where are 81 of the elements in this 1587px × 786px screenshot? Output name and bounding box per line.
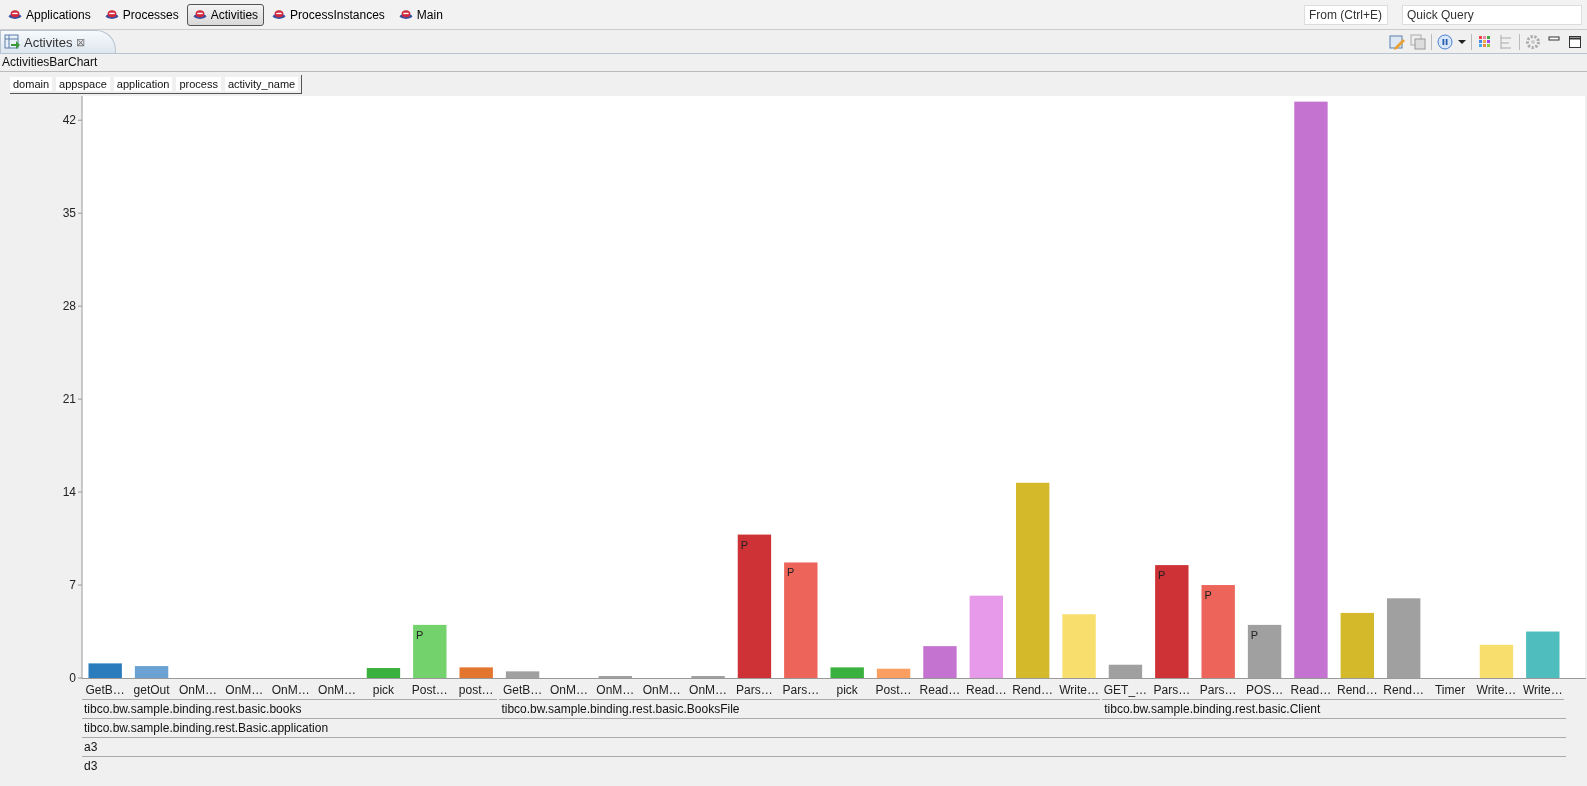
y-tick-label: 42	[62, 113, 76, 128]
quick-query-field[interactable]: Quick Query	[1402, 4, 1582, 25]
x-tick-label: GetB…	[85, 683, 125, 697]
maximize-icon[interactable]	[1567, 34, 1583, 50]
x-tick-label: Write…	[1522, 683, 1563, 697]
x-tick-label: OnM…	[642, 683, 681, 697]
view-tab[interactable]: Activites ⊠	[0, 30, 117, 53]
bar-annotation: P	[740, 538, 749, 551]
y-tick-label: 0	[69, 671, 76, 685]
x-tick-label: Read…	[1290, 683, 1332, 697]
x-tick-label: Read…	[919, 683, 961, 697]
x-tick-label: OnM…	[178, 683, 217, 697]
y-tick-label: 7	[69, 578, 76, 593]
x-tick-label: Rend…	[1336, 683, 1378, 697]
perspective-icon	[398, 9, 413, 20]
bar-annotation: P	[1158, 569, 1166, 582]
field-chip[interactable]: application	[113, 76, 173, 91]
x-tick-label: OnM…	[318, 683, 357, 697]
bar-annotation: P	[787, 566, 795, 579]
x-tick-label: OnM…	[271, 683, 310, 697]
group-label: tibco.bw.sample.binding.rest.basic.Client	[1102, 699, 1564, 718]
x-tick-label: Pars…	[782, 683, 820, 697]
perspective-icon	[272, 9, 287, 20]
perspective-button[interactable]: ProcessInstances	[266, 3, 391, 26]
x-tick-label: Read…	[965, 683, 1007, 697]
x-tick-label: Post…	[875, 683, 912, 697]
group-label: d3	[82, 756, 1566, 775]
dropdown-caret-icon[interactable]	[1458, 38, 1466, 46]
x-tick-label: Rend…	[1383, 683, 1425, 697]
perspective-icon	[8, 9, 22, 20]
chart-title: ActivitiesBarChart	[0, 54, 1587, 72]
x-tick-label: OnM…	[596, 683, 635, 697]
save-icon[interactable]	[1410, 34, 1426, 50]
group-label: tibco.bw.sample.binding.rest.basic.BooksFile	[499, 699, 1101, 718]
bar-annotation: P	[416, 628, 424, 641]
x-tick-label: POS…	[1245, 683, 1284, 697]
table-icon	[4, 34, 20, 50]
pause-icon[interactable]	[1437, 34, 1453, 50]
x-tick-label: post…	[458, 683, 494, 697]
close-icon[interactable]: ⊠	[76, 35, 86, 49]
group-label: tibco.bw.sample.binding.rest.basic.books	[82, 699, 498, 718]
color-grid-icon[interactable]	[1477, 34, 1493, 50]
group-label: tibco.bw.sample.binding.rest.Basic.application	[82, 718, 1566, 737]
bar-annotation: P	[1204, 589, 1212, 602]
group-label: a3	[82, 737, 1566, 756]
perspective-button[interactable]: Processes	[98, 3, 185, 26]
bar-annotation: P	[1250, 628, 1259, 641]
x-tick-label: GET_…	[1103, 683, 1148, 697]
x-tick-label: Rend…	[1012, 683, 1054, 697]
perspective-button[interactable]: Applications	[2, 3, 97, 26]
x-tick-label: Pars…	[736, 683, 773, 697]
x-tick-label: GetB…	[502, 683, 543, 697]
x-tick-label: Pars…	[1199, 683, 1237, 697]
field-chip[interactable]: appspace	[56, 76, 110, 91]
field-chip[interactable]: activity_name	[224, 76, 299, 91]
perspective-button[interactable]: Activities	[186, 3, 265, 26]
x-tick-label: OnM…	[549, 683, 588, 697]
x-tick-label: OnM…	[689, 683, 728, 697]
x-tick-label: getOut	[133, 683, 170, 697]
field-chip[interactable]: process	[176, 76, 221, 91]
perspective-icon	[192, 9, 207, 20]
perspective-icon	[104, 9, 119, 20]
x-tick-label: Timer	[1434, 683, 1466, 697]
x-tick-label: Post…	[411, 683, 448, 697]
x-tick-label: Write…	[1059, 683, 1099, 697]
field-chip[interactable]: domain	[10, 76, 53, 91]
x-tick-label: Pars…	[1153, 683, 1191, 697]
settings-icon[interactable]	[1525, 34, 1541, 50]
edit-icon[interactable]	[1389, 34, 1405, 50]
y-tick-label: 35	[62, 206, 76, 221]
view-title: Activites	[24, 34, 73, 50]
from-field[interactable]: From (Ctrl+E)	[1304, 4, 1388, 25]
x-tick-label: pick	[372, 683, 395, 697]
x-tick-label: Write…	[1476, 683, 1517, 697]
perspective-button[interactable]: Main	[392, 3, 449, 26]
tree-icon[interactable]	[1498, 34, 1514, 50]
x-tick-label: pick	[836, 683, 858, 697]
y-tick-label: 28	[62, 299, 76, 314]
y-tick-label: 21	[62, 392, 76, 407]
x-tick-label: OnM…	[225, 683, 264, 697]
y-tick-label: 14	[62, 485, 76, 500]
